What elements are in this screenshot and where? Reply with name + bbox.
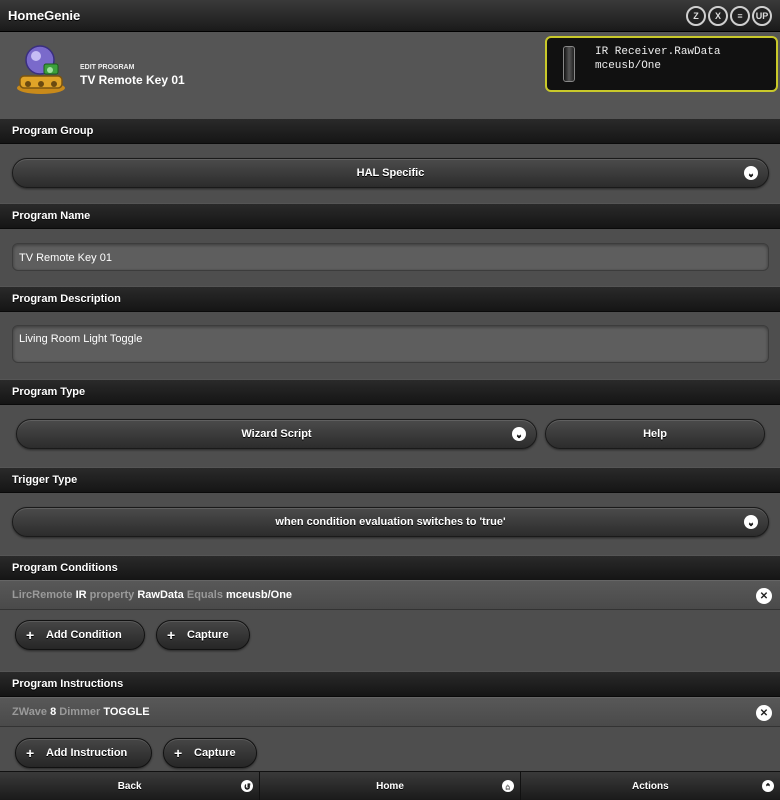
- home-icon: ⌂: [501, 780, 514, 792]
- section-trigger-type: Trigger Type: [0, 467, 780, 493]
- program-type-select[interactable]: Wizard Script ⌄: [16, 419, 537, 449]
- zwave-icon[interactable]: Z: [686, 6, 706, 26]
- back-arrow-icon: ↺: [241, 780, 254, 792]
- section-label: Program Name: [12, 210, 91, 222]
- instruction-row[interactable]: ZWave 8 Dimmer TOGGLE ✕: [0, 697, 780, 727]
- plus-icon: +: [167, 627, 176, 643]
- remote-control-icon: [563, 46, 575, 82]
- insteon-icon[interactable]: ≡: [730, 6, 750, 26]
- trigger-device-box: IR Receiver.RawData mceusb/One: [545, 36, 778, 92]
- header-subtitle: EDIT PROGRAM: [80, 64, 135, 71]
- program-group-select[interactable]: HAL Specific ⌄: [12, 158, 769, 188]
- program-robot-icon: [17, 45, 65, 94]
- condition-property[interactable]: RawData: [137, 589, 183, 601]
- condition-value[interactable]: mceusb/One: [226, 589, 292, 601]
- add-condition-label: Add Condition: [46, 629, 122, 641]
- section-label: Program Type: [12, 386, 86, 398]
- section-program-type: Program Type: [0, 379, 780, 405]
- bottom-nav-bar: Back ↺ Home ⌂ Actions ⌃: [0, 771, 780, 800]
- section-program-instructions: Program Instructions: [0, 671, 780, 697]
- home-button[interactable]: Home ⌂: [260, 772, 521, 800]
- section-program-description: Program Description: [0, 286, 780, 312]
- trigger-type-value: when condition evaluation switches to 't…: [275, 516, 506, 528]
- page-title: TV Remote Key 01: [80, 73, 185, 87]
- program-group-value: HAL Specific: [356, 167, 425, 179]
- app-title: HomeGenie: [8, 8, 81, 23]
- chevron-down-icon: ⌄: [744, 166, 758, 180]
- instruction-text: ZWave 8 Dimmer TOGGLE: [12, 706, 150, 718]
- add-condition-button[interactable]: + Add Condition: [15, 620, 145, 650]
- section-label: Trigger Type: [12, 474, 78, 486]
- section-program-name: Program Name: [0, 203, 780, 229]
- section-label: Program Group: [12, 125, 94, 137]
- trigger-type-select[interactable]: when condition evaluation switches to 't…: [12, 507, 769, 537]
- section-label: Program Description: [12, 293, 121, 305]
- section-program-group: Program Group: [0, 118, 780, 144]
- condition-domain[interactable]: LircRemote: [12, 589, 73, 601]
- capture-instruction-button[interactable]: + Capture: [163, 738, 257, 768]
- top-icons: Z X ≡ UP: [686, 6, 772, 26]
- x10-icon[interactable]: X: [708, 6, 728, 26]
- condition-comparator[interactable]: Equals: [187, 589, 223, 601]
- back-button[interactable]: Back ↺: [0, 772, 261, 800]
- program-header: EDIT PROGRAM TV Remote Key 01 IR Receive…: [0, 32, 780, 118]
- help-label: Help: [643, 428, 667, 440]
- plus-icon: +: [26, 627, 35, 643]
- section-label: Program Instructions: [12, 678, 124, 690]
- help-button[interactable]: Help: [545, 419, 765, 449]
- add-instruction-label: Add Instruction: [46, 747, 128, 759]
- chevron-down-icon: ⌄: [512, 427, 526, 441]
- device-value: mceusb/One: [595, 60, 662, 72]
- device-name: IR Receiver.RawData: [595, 46, 721, 58]
- instruction-domain[interactable]: ZWave: [12, 706, 47, 718]
- remove-condition-close-icon[interactable]: ✕: [756, 588, 772, 604]
- add-instruction-button[interactable]: + Add Instruction: [15, 738, 152, 768]
- back-label: Back: [117, 780, 142, 792]
- actions-button[interactable]: Actions ⌃: [521, 772, 780, 800]
- section-program-conditions: Program Conditions: [0, 555, 780, 581]
- upnp-icon[interactable]: UP: [752, 6, 772, 26]
- instruction-command[interactable]: TOGGLE: [103, 706, 149, 718]
- instruction-type: Dimmer: [59, 706, 101, 718]
- condition-text: LircRemote IR property RawData Equals mc…: [12, 589, 292, 601]
- section-label: Program Conditions: [12, 562, 118, 574]
- condition-row[interactable]: LircRemote IR property RawData Equals mc…: [0, 580, 780, 610]
- top-bar: HomeGenie Z X ≡ UP: [0, 0, 780, 32]
- plus-icon: +: [174, 745, 183, 761]
- instruction-address[interactable]: 8: [50, 706, 56, 718]
- capture-instruction-label: Capture: [194, 747, 236, 759]
- home-label: Home: [376, 780, 404, 792]
- chevron-up-icon: ⌃: [761, 780, 774, 792]
- program-type-value: Wizard Script: [241, 428, 312, 440]
- chevron-down-icon: ⌄: [744, 515, 758, 529]
- capture-condition-button[interactable]: + Capture: [156, 620, 250, 650]
- program-name-input[interactable]: TV Remote Key 01: [12, 243, 769, 271]
- capture-condition-label: Capture: [187, 629, 229, 641]
- program-description-textarea[interactable]: Living Room Light Toggle: [12, 325, 769, 363]
- plus-icon: +: [26, 745, 35, 761]
- condition-address[interactable]: IR: [76, 589, 87, 601]
- remove-instruction-close-icon[interactable]: ✕: [756, 705, 772, 721]
- condition-property-word: property: [89, 589, 135, 601]
- actions-label: Actions: [631, 780, 669, 792]
